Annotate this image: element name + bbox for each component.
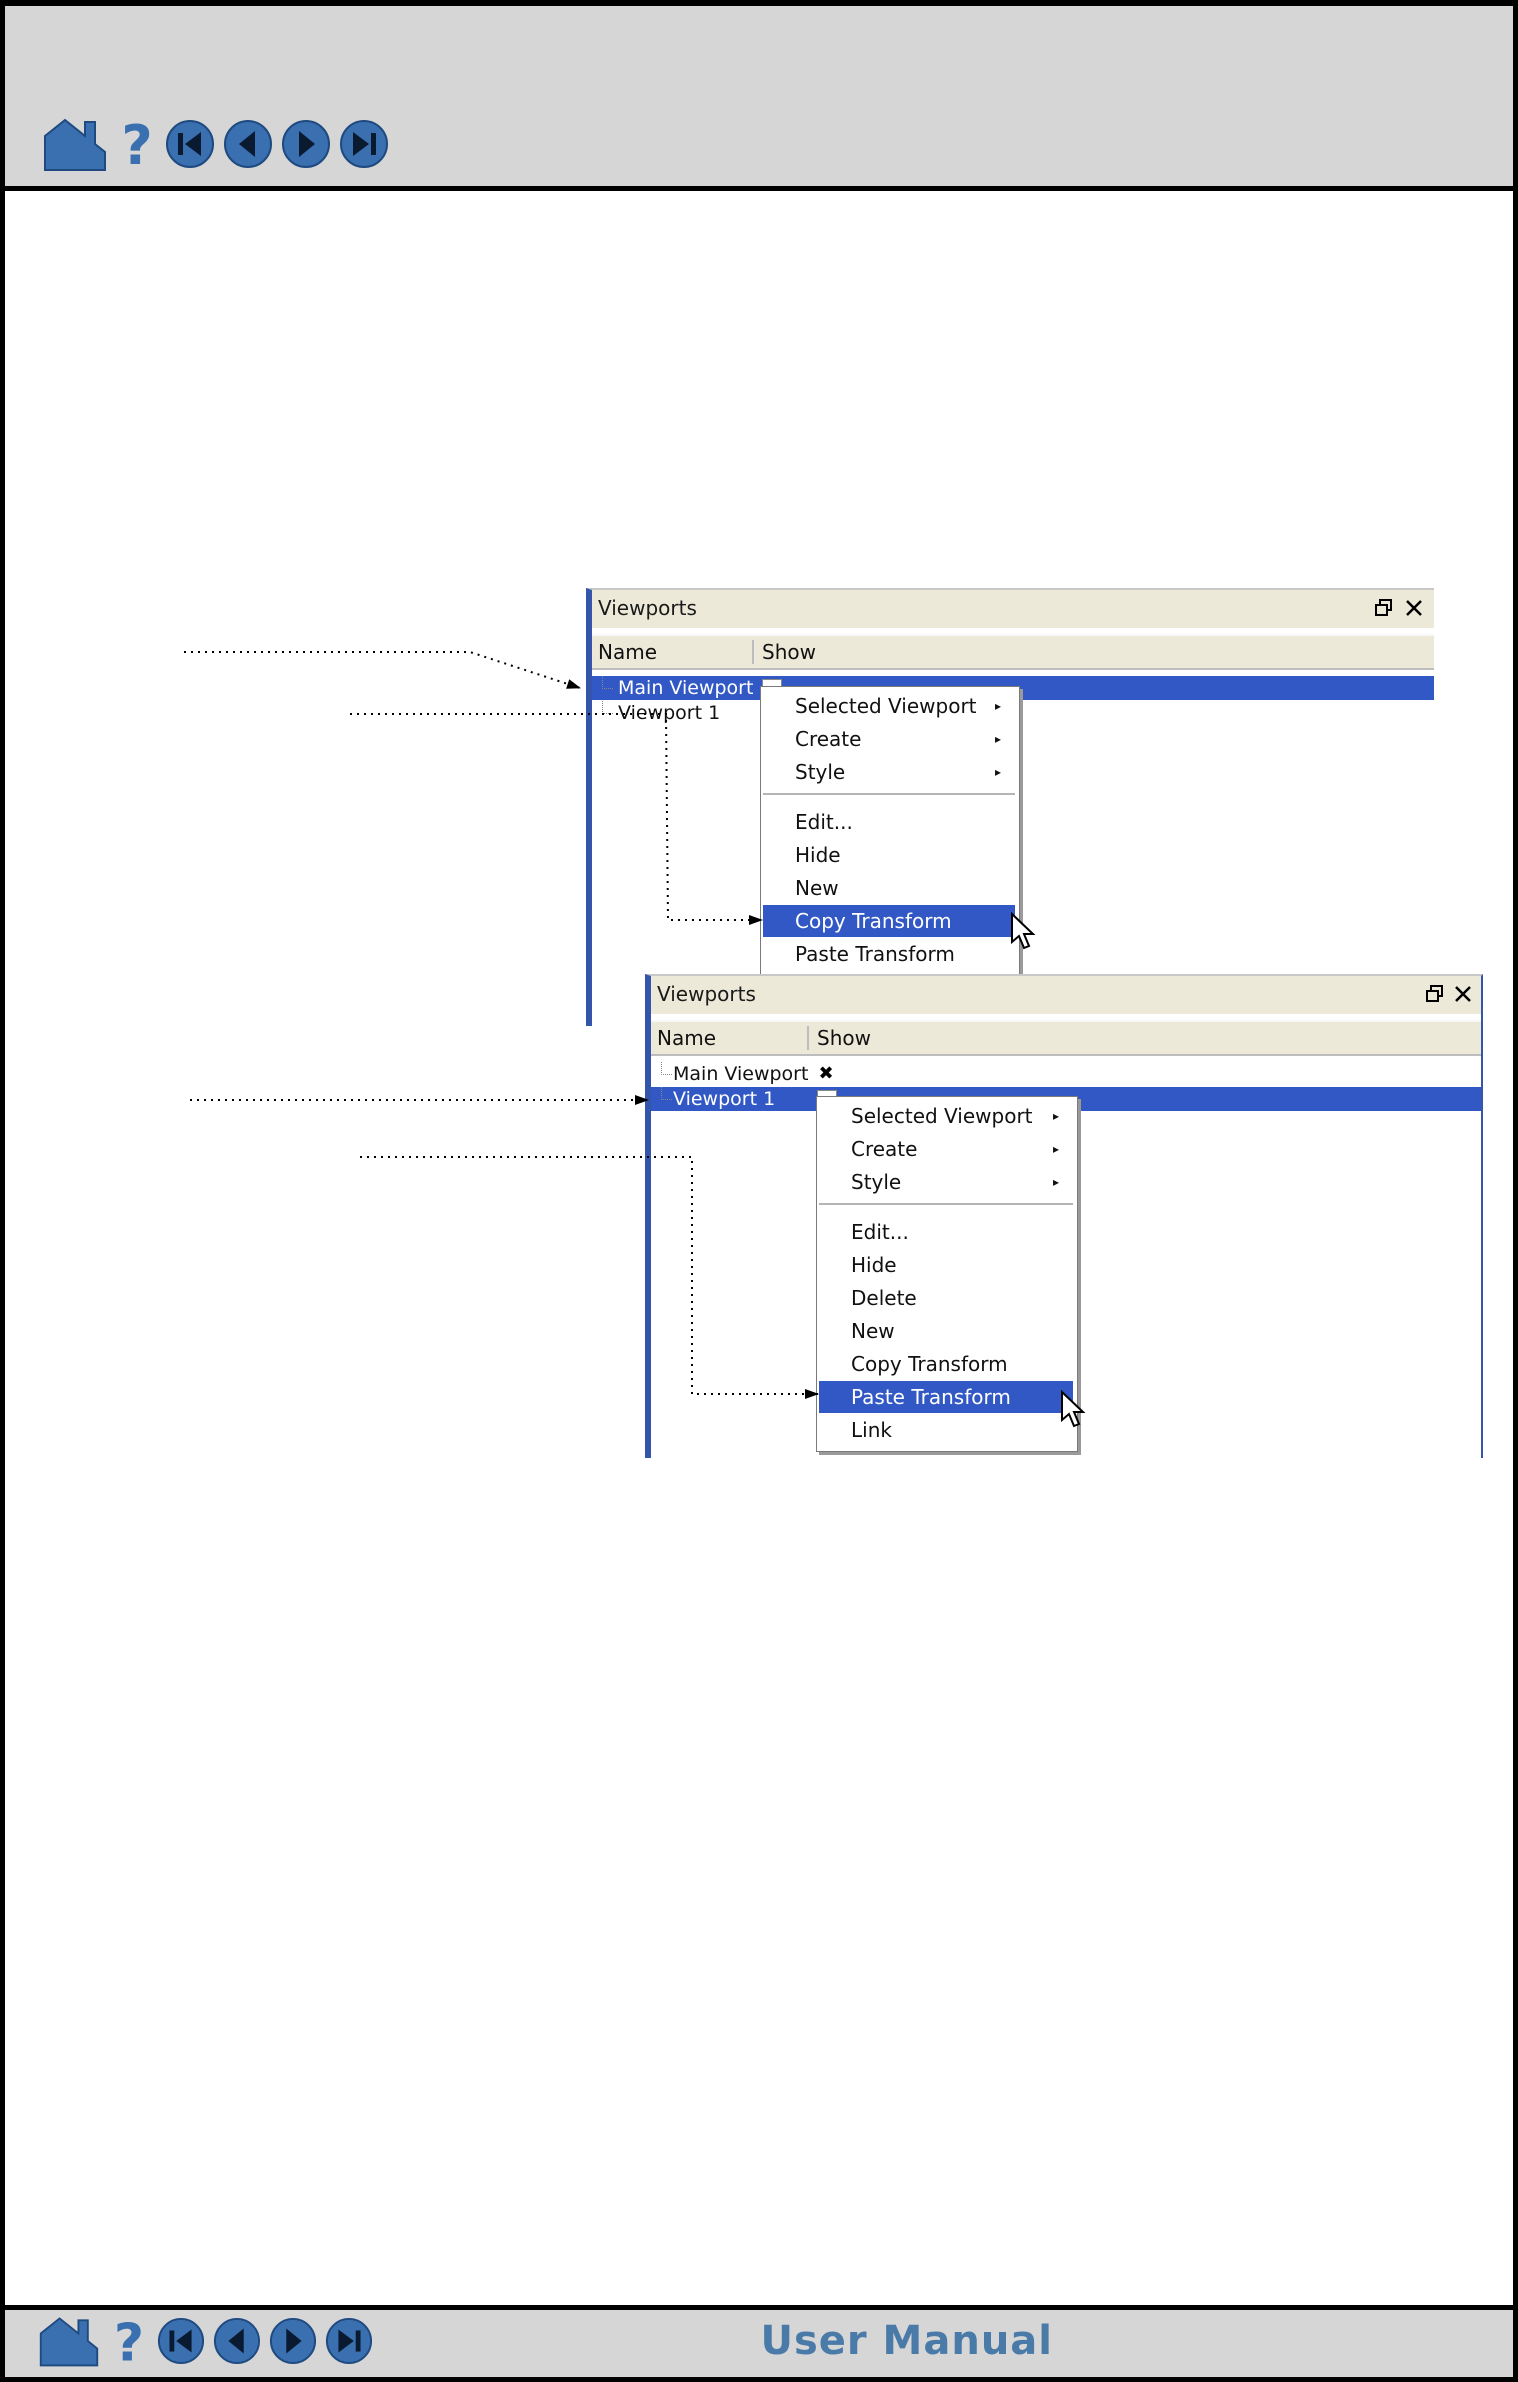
close-icon[interactable]	[1453, 984, 1473, 1004]
top-nav-icons: ?	[41, 116, 397, 172]
menu-item-label: New	[795, 876, 839, 900]
row-label: Main Viewport	[673, 1063, 809, 1085]
submenu-arrow-icon: ▸	[994, 699, 1001, 713]
panel-title: Viewports	[598, 596, 697, 620]
tree-connector	[661, 1087, 672, 1100]
next-page-icon[interactable]	[269, 2317, 317, 2365]
submenu-arrow-icon: ▸	[994, 765, 1001, 779]
column-divider[interactable]	[752, 640, 754, 664]
panel-title-bar: Viewports	[651, 976, 1481, 1014]
menu-item-label: Edit...	[795, 810, 853, 834]
mouse-cursor-icon	[1061, 1390, 1086, 1428]
menu-item-label: Style	[795, 760, 846, 784]
column-name[interactable]: Name	[598, 636, 657, 668]
show-checkbox[interactable]: ✖	[817, 1065, 835, 1083]
callout-arrow-main-viewport	[184, 651, 581, 689]
context-menu-top: Selected Viewport ▸ Create ▸ Style ▸ Edit..…	[760, 686, 1020, 978]
submenu-arrow-icon: ▸	[994, 732, 1001, 746]
menu-item-label: Delete	[851, 1286, 917, 1310]
menu-item-label: Selected Viewport	[851, 1104, 1033, 1128]
help-icon[interactable]: ?	[109, 2314, 149, 2368]
previous-page-icon[interactable]	[213, 2317, 261, 2365]
menu-item-hide[interactable]: Hide	[819, 1249, 1073, 1281]
column-show[interactable]: Show	[762, 636, 816, 668]
menu-item-delete[interactable]: Delete	[819, 1282, 1073, 1314]
menu-item-create[interactable]: Create ▸	[819, 1133, 1073, 1165]
restore-icon[interactable]	[1374, 598, 1394, 618]
menu-item-label: Hide	[851, 1253, 897, 1277]
menu-item-hide[interactable]: Hide	[763, 839, 1015, 871]
column-name[interactable]: Name	[657, 1022, 716, 1054]
manual-title: User Manual	[760, 2318, 1053, 2364]
menu-item-edit[interactable]: Edit...	[819, 1216, 1073, 1248]
tree-connector	[661, 1062, 672, 1075]
submenu-arrow-icon: ▸	[1052, 1109, 1059, 1123]
menu-item-link[interactable]: Link	[819, 1414, 1073, 1446]
menu-item-paste-transform[interactable]: Paste Transform	[819, 1381, 1073, 1413]
row-label: Viewport 1	[618, 702, 721, 724]
restore-icon[interactable]	[1425, 984, 1445, 1004]
tree-connector	[602, 701, 613, 714]
menu-item-label: Create	[795, 727, 862, 751]
menu-item-new[interactable]: New	[819, 1315, 1073, 1347]
menu-item-selected-viewport[interactable]: Selected Viewport ▸	[819, 1100, 1073, 1132]
menu-item-copy-transform[interactable]: Copy Transform	[763, 905, 1015, 937]
svg-text:?: ?	[121, 116, 152, 172]
next-page-icon[interactable]	[281, 119, 331, 169]
row-label: Main Viewport	[618, 677, 754, 699]
column-header: Name Show	[592, 634, 1434, 670]
menu-item-label: Style	[851, 1170, 902, 1194]
tree-row-main-viewport[interactable]: Main Viewport ✖	[651, 1062, 1481, 1086]
last-page-icon[interactable]	[339, 119, 389, 169]
menu-item-new[interactable]: New	[763, 872, 1015, 904]
first-page-icon[interactable]	[157, 2317, 205, 2365]
bottom-nav-icons: ?	[37, 2314, 381, 2368]
column-divider[interactable]	[807, 1026, 809, 1050]
menu-item-selected-viewport[interactable]: Selected Viewport ▸	[763, 690, 1015, 722]
home-icon[interactable]	[37, 2314, 101, 2368]
column-header: Name Show	[651, 1020, 1481, 1056]
previous-page-icon[interactable]	[223, 119, 273, 169]
first-page-icon[interactable]	[165, 119, 215, 169]
mouse-cursor-icon	[1011, 912, 1036, 950]
menu-item-label: Create	[851, 1137, 918, 1161]
menu-separator	[819, 1203, 1073, 1206]
menu-item-label: Copy Transform	[851, 1352, 1008, 1376]
menu-separator	[763, 793, 1015, 796]
menu-item-copy-transform[interactable]: Copy Transform	[819, 1348, 1073, 1380]
column-show[interactable]: Show	[817, 1022, 871, 1054]
menu-item-label: Edit...	[851, 1220, 909, 1244]
menu-item-style[interactable]: Style ▸	[819, 1166, 1073, 1198]
context-menu-bottom: Selected Viewport ▸ Create ▸ Style ▸ Edit..…	[816, 1096, 1078, 1452]
menu-item-edit[interactable]: Edit...	[763, 806, 1015, 838]
submenu-arrow-icon: ▸	[1052, 1175, 1059, 1189]
help-icon[interactable]: ?	[117, 116, 157, 172]
menu-item-label: Paste Transform	[795, 942, 955, 966]
last-page-icon[interactable]	[325, 2317, 373, 2365]
home-icon[interactable]	[41, 116, 109, 172]
menu-item-label: Link	[851, 1418, 892, 1442]
menu-item-label: Hide	[795, 843, 841, 867]
bottom-toolbar: ? User Manual	[0, 2305, 1518, 2382]
tree-connector	[602, 676, 613, 689]
submenu-arrow-icon: ▸	[1052, 1142, 1059, 1156]
close-icon[interactable]	[1404, 598, 1424, 618]
menu-item-label: New	[851, 1319, 895, 1343]
panel-title-bar: Viewports	[592, 590, 1434, 628]
row-label: Viewport 1	[673, 1088, 776, 1110]
menu-item-style[interactable]: Style ▸	[763, 756, 1015, 788]
top-toolbar: ?	[0, 0, 1518, 191]
svg-text:?: ?	[114, 2314, 144, 2368]
menu-item-paste-transform[interactable]: Paste Transform	[763, 938, 1015, 970]
menu-item-create[interactable]: Create ▸	[763, 723, 1015, 755]
menu-item-label: Selected Viewport	[795, 694, 977, 718]
menu-item-label: Paste Transform	[851, 1385, 1011, 1409]
menu-item-label: Copy Transform	[795, 909, 952, 933]
panel-title: Viewports	[657, 982, 756, 1006]
